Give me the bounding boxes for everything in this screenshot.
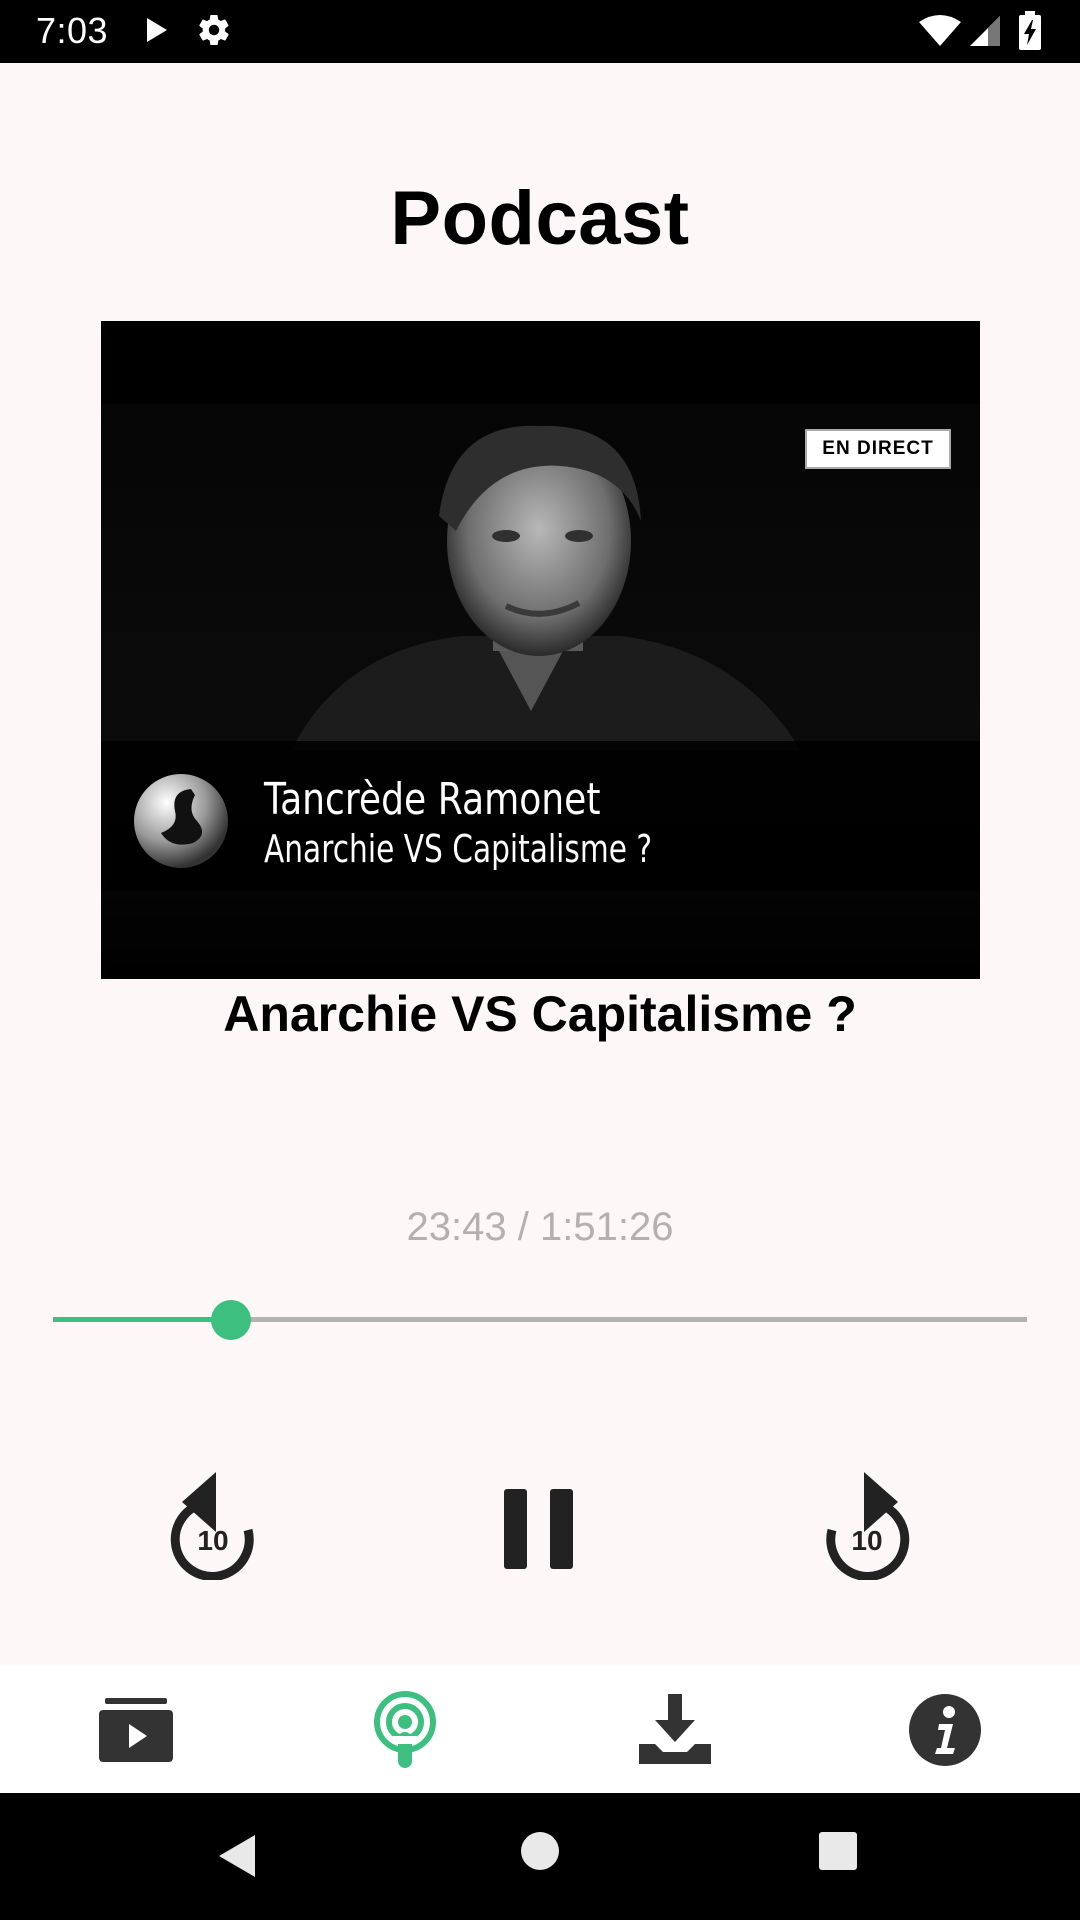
artwork-guest-name: Tancrède Ramonet xyxy=(264,774,601,825)
artwork-top-band xyxy=(101,321,980,404)
download-icon xyxy=(639,1694,711,1764)
nav-item-podcast[interactable] xyxy=(365,1690,445,1770)
rewind-10-button[interactable]: 10 xyxy=(168,1470,260,1585)
live-badge: EN DIRECT xyxy=(805,429,951,469)
system-navigation-bar xyxy=(0,1793,1080,1920)
status-bar: 7:03 xyxy=(0,0,1080,63)
video-library-icon xyxy=(99,1698,173,1762)
forward-10-button[interactable]: 10 xyxy=(820,1470,912,1585)
replay-10-icon: 10 xyxy=(170,1472,254,1581)
swan-logo-icon xyxy=(131,771,231,876)
forward-10-icon: 10 xyxy=(826,1472,910,1581)
play-icon xyxy=(144,16,170,49)
status-time: 7:03 xyxy=(36,10,109,51)
gear-icon xyxy=(196,12,232,53)
podcast-icon xyxy=(374,1691,436,1768)
portrait-image xyxy=(291,425,801,751)
pause-icon xyxy=(504,1489,573,1569)
artwork-subtitle: Anarchie VS Capitalisme ? xyxy=(264,827,653,871)
nav-item-info[interactable] xyxy=(905,1690,985,1770)
nav-item-downloads[interactable] xyxy=(635,1690,715,1770)
home-icon[interactable] xyxy=(520,1831,560,1876)
wifi-icon xyxy=(918,14,962,53)
seek-slider[interactable] xyxy=(53,1300,1027,1340)
seek-progress xyxy=(53,1317,232,1322)
signal-icon xyxy=(968,14,1002,53)
pause-button[interactable] xyxy=(500,1485,580,1578)
playback-time: 23:43 / 1:51:26 xyxy=(406,1205,674,1249)
info-icon xyxy=(909,1694,981,1766)
episode-artwork: EN DIRECT Tancrède Ramonet Anarchie VS C… xyxy=(101,321,980,979)
nav-item-videos[interactable] xyxy=(95,1690,175,1770)
back-icon[interactable] xyxy=(215,1831,259,1886)
rewind-label: 10 xyxy=(197,1525,228,1556)
page-title: Podcast xyxy=(390,176,690,261)
episode-title: Anarchie VS Capitalisme ? xyxy=(223,986,857,1042)
forward-label: 10 xyxy=(851,1525,882,1556)
bottom-navigation xyxy=(0,1665,1080,1793)
battery-charging-icon xyxy=(1018,11,1042,56)
recents-icon[interactable] xyxy=(818,1831,858,1876)
seek-thumb[interactable] xyxy=(211,1300,252,1340)
